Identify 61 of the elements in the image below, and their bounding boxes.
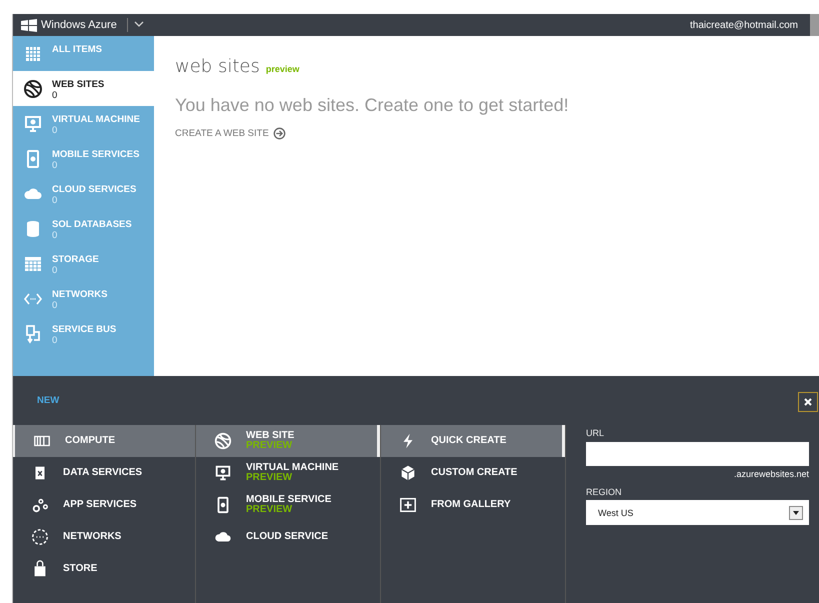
cube-icon bbox=[399, 464, 417, 482]
item-count: 0 bbox=[52, 230, 58, 241]
item-label: ALL ITEMS bbox=[52, 44, 102, 55]
field-label: REGION bbox=[586, 487, 623, 497]
bus-icon bbox=[23, 324, 43, 344]
preview-label: PREVIEW bbox=[246, 505, 294, 515]
preview-label: preview bbox=[266, 64, 300, 74]
monitor-icon bbox=[214, 464, 232, 482]
menu-item[interactable]: MOBILE SERVICE PREVIEW bbox=[196, 489, 380, 521]
item-count: 0 bbox=[52, 90, 58, 101]
close-icon bbox=[804, 398, 812, 406]
menu-item[interactable]: COMPUTE bbox=[13, 425, 195, 457]
plus-box-icon bbox=[399, 496, 417, 514]
close-button[interactable] bbox=[798, 392, 818, 412]
chevron-down-icon[interactable] bbox=[134, 20, 144, 28]
arrow-circle-icon bbox=[272, 127, 286, 140]
item-label: STORAGE bbox=[52, 254, 99, 265]
page-title: web sites bbox=[175, 56, 260, 77]
monitor-icon bbox=[23, 114, 43, 134]
brand-name[interactable]: Windows Azure bbox=[41, 19, 117, 31]
item-label: NETWORKS bbox=[52, 289, 108, 300]
url-field[interactable] bbox=[586, 442, 809, 466]
sidebar-item[interactable]: WEB SITES 0 bbox=[13, 71, 154, 106]
url-suffix: .azurewebsites.net bbox=[732, 469, 809, 479]
item-count: 0 bbox=[52, 125, 58, 136]
region-dropdown[interactable]: West US bbox=[586, 500, 809, 525]
menu-item[interactable]: APP SERVICES bbox=[13, 489, 195, 521]
grid-icon bbox=[23, 44, 43, 64]
menu-item[interactable]: VIRTUAL MACHINE PREVIEW bbox=[196, 457, 380, 489]
item-count: 0 bbox=[52, 195, 58, 206]
dashed-circle-icon bbox=[31, 528, 49, 546]
item-label: MOBILE SERVICES bbox=[52, 149, 140, 160]
preview-label: PREVIEW bbox=[246, 441, 294, 451]
menu-item[interactable]: DATA SERVICES bbox=[13, 457, 195, 489]
item-label: SOL DATABASES bbox=[52, 219, 132, 230]
globe-icon bbox=[23, 79, 43, 99]
item-count: 0 bbox=[52, 335, 58, 346]
globe-icon bbox=[214, 432, 232, 450]
menu-item[interactable]: CLOUD SERVICE bbox=[196, 521, 380, 553]
table-icon bbox=[23, 254, 43, 274]
item-label: SERVICE BUS bbox=[52, 324, 116, 335]
item-count: 0 bbox=[52, 160, 58, 171]
item-label: VIRTUAL MACHINE bbox=[52, 114, 140, 125]
empty-message: You have no web sites. Create one to get started! bbox=[175, 95, 570, 116]
item-count: 0 bbox=[52, 265, 58, 276]
menu-item[interactable]: FROM GALLERY bbox=[381, 489, 565, 521]
menu-item[interactable]: WEB SITE PREVIEW bbox=[196, 425, 380, 457]
item-count: 0 bbox=[52, 300, 58, 311]
menu-item[interactable]: QUICK CREATE bbox=[381, 425, 565, 457]
preview-label: PREVIEW bbox=[246, 473, 294, 483]
windows-logo-icon bbox=[21, 18, 37, 32]
menu-item[interactable]: STORE bbox=[13, 553, 195, 585]
menu-item[interactable]: NETWORKS bbox=[13, 521, 195, 553]
gears-icon bbox=[31, 496, 49, 514]
item-label: WEB SITES bbox=[52, 79, 104, 90]
create-link[interactable]: CREATE A WEB SITE bbox=[175, 127, 286, 140]
panel-title: NEW bbox=[37, 395, 60, 406]
menu-item[interactable]: CUSTOM CREATE bbox=[381, 457, 565, 489]
account-email[interactable]: thaicreate@hotmail.com bbox=[690, 20, 798, 30]
item-label: CLOUD SERVICES bbox=[52, 184, 136, 195]
field-label: URL bbox=[586, 428, 606, 438]
